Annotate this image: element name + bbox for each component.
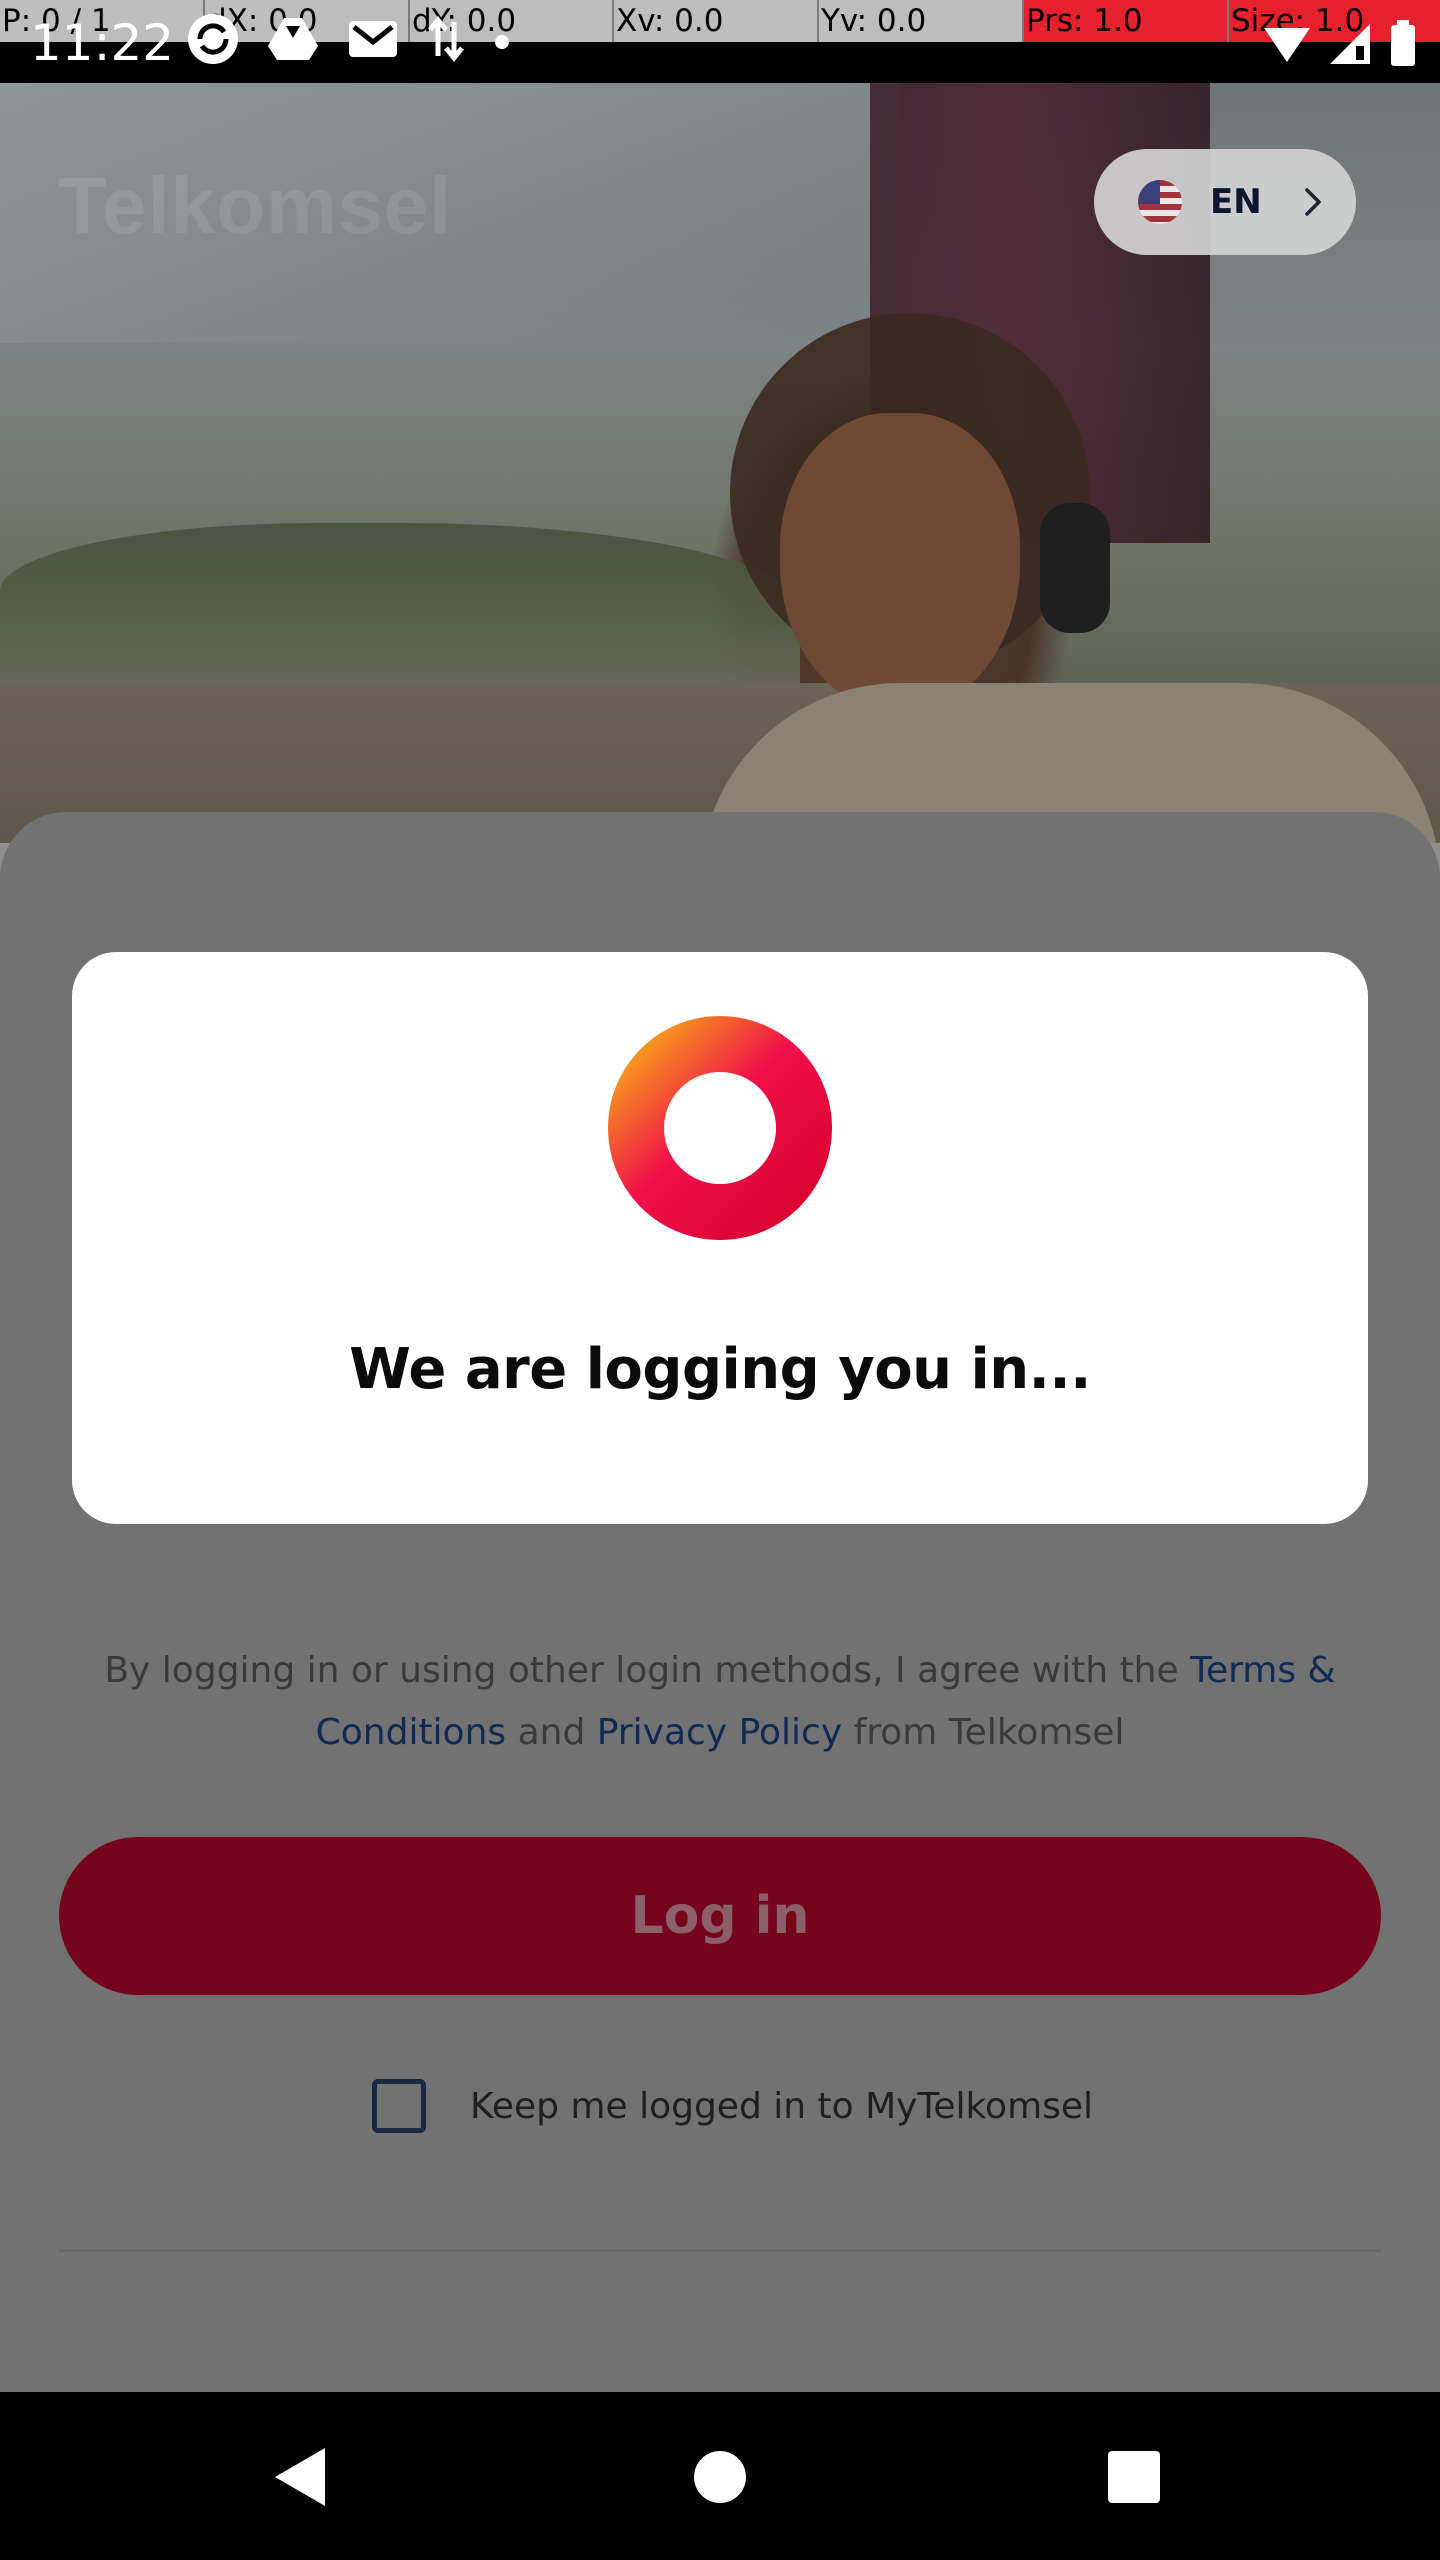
terms-and: and (506, 1712, 597, 1753)
home-circle-icon (694, 2451, 746, 2503)
loading-dialog: We are logging you in... (72, 952, 1368, 1524)
hero-headphone (1040, 503, 1110, 633)
system-icons (1262, 18, 1418, 68)
sync-icon (188, 14, 238, 64)
signal-icon (1330, 24, 1370, 64)
navigation-bar (0, 2392, 1440, 2560)
recents-square-icon (1108, 2451, 1160, 2503)
debug-xv: Xv: 0.0 (614, 0, 819, 42)
loading-ring-icon (608, 1016, 832, 1240)
hero-trees (0, 523, 800, 693)
home-button[interactable] (677, 2434, 763, 2520)
brand-logo: Telkomsel (58, 161, 453, 250)
status-time: 11:22 (30, 14, 175, 72)
gmail-icon (349, 21, 397, 57)
terms-suffix: from Telkomsel (842, 1712, 1125, 1753)
sheet-divider (59, 2249, 1381, 2252)
keep-logged-in-checkbox[interactable] (372, 2079, 426, 2133)
recents-button[interactable] (1091, 2434, 1177, 2520)
loading-message: We are logging you in... (349, 1337, 1091, 1402)
privacy-policy-link[interactable]: Privacy Policy (597, 1712, 842, 1753)
hero-image: Telkomsel EN (0, 83, 1440, 843)
us-flag-icon (1138, 180, 1182, 224)
terms-text: By logging in or using other login metho… (60, 1640, 1380, 1764)
screen: Telkomsel EN By logging in or using othe… (0, 0, 1440, 2560)
battery-icon (1391, 20, 1415, 66)
keep-logged-in-row[interactable]: Keep me logged in to MyTelkomsel (372, 2079, 1093, 2133)
hero-person-face (780, 413, 1020, 713)
debug-pressure: Prs: 1.0 (1024, 0, 1229, 42)
back-button[interactable] (257, 2434, 343, 2520)
keep-logged-in-label: Keep me logged in to MyTelkomsel (470, 2085, 1094, 2127)
notification-icons (186, 12, 512, 66)
back-triangle-icon (275, 2448, 325, 2506)
login-button[interactable]: Log in (59, 1837, 1381, 1995)
data-transfer-icon (428, 15, 464, 63)
wifi-icon (1264, 28, 1310, 62)
dot-icon (495, 35, 509, 49)
debug-yv: Yv: 0.0 (819, 0, 1024, 42)
chevron-right-icon (1304, 188, 1321, 216)
language-switch-button[interactable]: EN (1094, 149, 1356, 255)
language-code: EN (1210, 182, 1262, 222)
terms-prefix: By logging in or using other login metho… (104, 1650, 1191, 1691)
drive-icon (268, 18, 318, 60)
